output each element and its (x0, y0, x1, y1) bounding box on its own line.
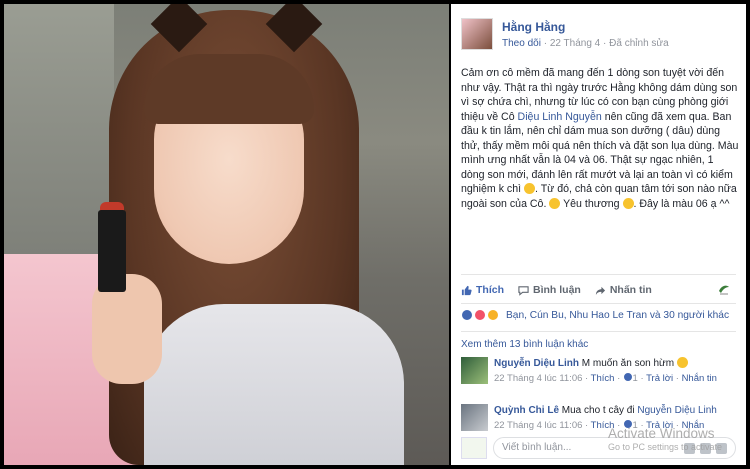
laughing-emoji-icon (549, 197, 561, 209)
kiss-emoji-icon (622, 197, 634, 209)
comment-text: M muốn ăn son hừm (579, 358, 677, 369)
comment-button[interactable]: Bình luận (518, 284, 581, 296)
post-panel: Hằng Hằng Theo dõi · 22 Tháng 4 · Đã chỉ… (451, 4, 746, 465)
thumbs-up-icon (461, 285, 472, 295)
comment-meta: 22 Tháng 4 lúc 11:06 · Thích · 1 · Trả l… (494, 372, 717, 384)
post-text-part: . Đây là màu 06 ạ ^^ (633, 197, 730, 210)
edited-label[interactable]: Đã chỉnh sửa (609, 38, 669, 49)
photo-shirt (144, 304, 404, 465)
reactions-summary[interactable]: Bạn, Cún Bu, Nhu Hao Le Tran và 30 người… (461, 309, 729, 321)
commenter-avatar[interactable] (461, 404, 488, 431)
post-body: Cảm ơn cô mềm đã mang đến 1 dòng son tuy… (461, 66, 739, 211)
post-actions: Thích Bình luận Nhấn tin (461, 280, 652, 300)
screen: Hằng Hằng Theo dõi · 22 Tháng 4 · Đã chỉ… (0, 0, 750, 469)
reactions-text: Bạn, Cún Bu, Nhu Hao Le Tran và 30 người… (506, 309, 730, 321)
comment-reply-link[interactable]: Trả lời (646, 373, 673, 384)
like-reaction-icon (622, 372, 633, 382)
watermark-title: Activate Windows (608, 426, 715, 441)
divider (461, 331, 736, 332)
view-more-comments-link[interactable]: Xem thêm 13 bình luận khác (461, 339, 588, 350)
comment-message-link[interactable]: Nhắn tin (682, 373, 717, 384)
yum-emoji-icon (676, 357, 688, 368)
comment-date[interactable]: 22 Tháng 4 lúc 11:06 (494, 373, 582, 384)
commenter-name[interactable]: Quỳnh Chi Lê (494, 405, 559, 416)
commenter-name[interactable]: Nguyễn Diệu Linh (494, 358, 579, 369)
post-date[interactable]: 22 Tháng 4 (550, 38, 600, 49)
divider (461, 274, 736, 275)
author-name[interactable]: Hằng Hằng (502, 20, 565, 34)
comment-text: Mua cho t cây đi (559, 405, 638, 416)
mention-link[interactable]: Nguyễn Diệu Linh (637, 405, 717, 416)
watermark-subtitle: Go to PC settings to activate (608, 442, 723, 452)
comment-input-placeholder: Viết bình luận... (502, 442, 572, 453)
author-avatar[interactable] (461, 18, 493, 50)
laughing-emoji-icon (524, 183, 536, 194)
share-icon (595, 286, 605, 295)
like-reaction-icon (461, 309, 473, 321)
follow-link[interactable]: Theo dõi (502, 38, 541, 49)
activate-windows-watermark: Activate Windows Go to PC settings to ac… (608, 426, 722, 452)
mention-link[interactable]: Diệu Linh Nguyễn (518, 111, 602, 123)
post-meta: Theo dõi · 22 Tháng 4 · Đã chỉnh sửa (502, 38, 669, 49)
share-button[interactable]: Nhấn tin (595, 284, 652, 296)
love-reaction-icon (474, 309, 486, 321)
post-text-part: Yêu thương (560, 197, 623, 210)
like-label: Thích (476, 284, 504, 296)
comment-label: Bình luận (533, 284, 581, 296)
like-button[interactable]: Thích (461, 284, 504, 296)
photo-bangs (144, 54, 314, 124)
comment-like-count: 1 (632, 373, 638, 384)
comment-like-link[interactable]: Thích (591, 373, 615, 384)
haha-reaction-icon (487, 309, 499, 321)
comment-icon (518, 285, 529, 296)
lipstick-tube (98, 210, 126, 292)
comment-date[interactable]: 22 Tháng 4 lúc 11:06 (494, 420, 582, 431)
comment-body: Nguyễn Diệu Linh M muốn ăn son hừm 22 Th… (494, 357, 744, 385)
share-label: Nhấn tin (609, 284, 652, 296)
commenter-avatar[interactable] (461, 357, 488, 384)
divider (461, 303, 736, 304)
meta-separator: · (603, 38, 607, 49)
meta-separator: · (543, 38, 548, 49)
page-logo-icon[interactable] (716, 282, 732, 296)
current-user-avatar (461, 437, 487, 459)
post-photo[interactable] (4, 4, 449, 465)
